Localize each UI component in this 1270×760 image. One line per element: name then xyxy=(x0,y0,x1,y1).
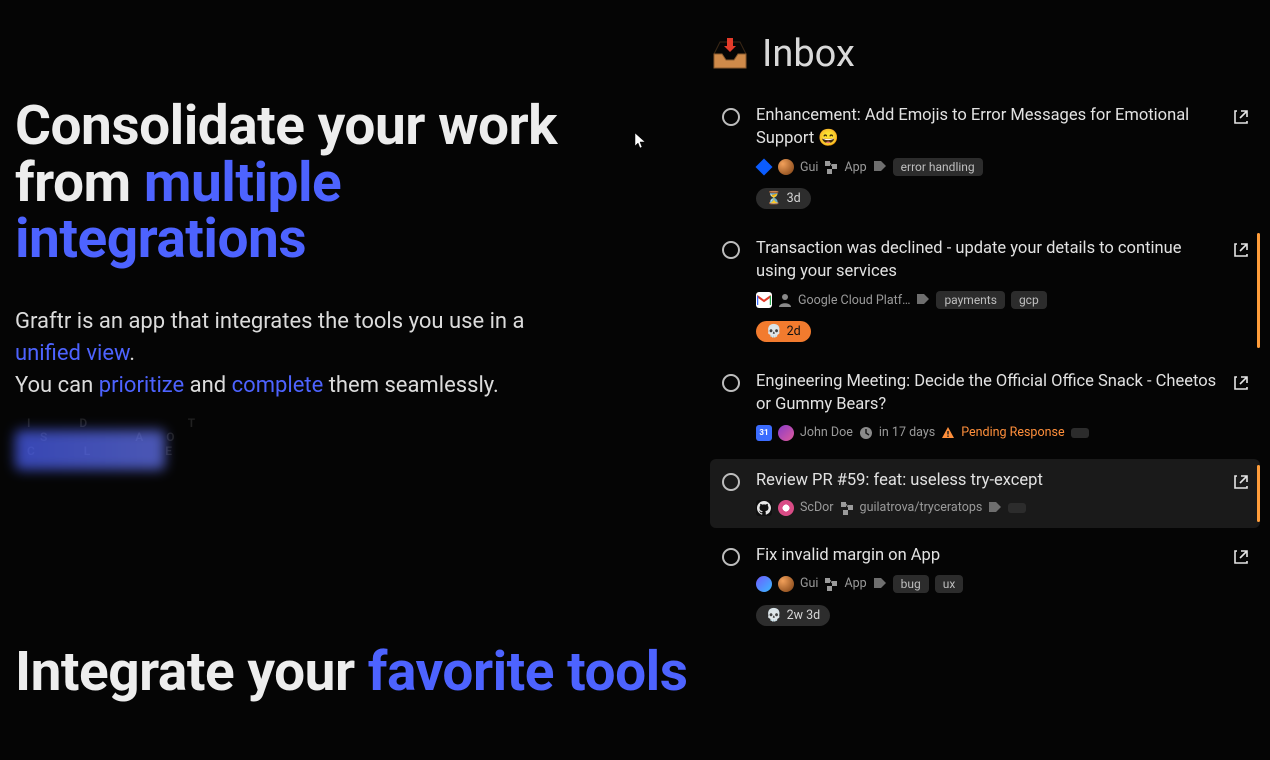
sub-l2a: You can xyxy=(15,373,99,398)
gmail-icon xyxy=(756,292,772,308)
tag-empty xyxy=(1008,503,1026,513)
author-name: John Doe xyxy=(800,425,853,440)
age-pill: 💀 2d xyxy=(756,321,811,342)
tag-empty xyxy=(1071,428,1089,438)
inbox-items-list: Enhancement: Add Emojis to Error Message… xyxy=(710,94,1260,638)
jira-icon xyxy=(756,159,772,175)
status-circle[interactable] xyxy=(722,548,740,566)
project-icon xyxy=(824,160,838,174)
status-circle[interactable] xyxy=(722,374,740,392)
item-title: Transaction was declined - update your d… xyxy=(756,237,1220,283)
clock-icon xyxy=(859,426,873,440)
open-external-icon[interactable] xyxy=(1232,548,1250,566)
inbox-item[interactable]: Fix invalid margin on App Gui App bugux 💀 2w… xyxy=(710,534,1260,638)
headline2-prefix: Integrate your xyxy=(15,640,368,704)
item-meta: Gui App bugux 💀 2w 3d xyxy=(756,575,1220,626)
warning-icon xyxy=(941,426,955,440)
inbox-title: Inbox xyxy=(762,32,855,76)
tag: error handling xyxy=(893,158,983,176)
calendar-icon: 31 xyxy=(756,425,772,441)
headline2-accent: favorite tools xyxy=(368,640,688,704)
open-external-icon[interactable] xyxy=(1232,374,1250,392)
age-pill: 💀 2w 3d xyxy=(756,605,830,626)
age-pill: ⏳ 3d xyxy=(756,188,811,209)
sub-l1-accent: unified view xyxy=(15,341,129,366)
inbox-header: Inbox xyxy=(710,32,1260,76)
project-name: App xyxy=(844,160,866,175)
secondary-headline: Integrate your favorite tools xyxy=(15,640,687,704)
sub-l1b: . xyxy=(129,341,135,366)
avatar xyxy=(778,425,794,441)
item-title: Enhancement: Add Emojis to Error Message… xyxy=(756,104,1220,150)
status-circle[interactable] xyxy=(722,241,740,259)
sub-l2-accent1: prioritize xyxy=(99,373,184,398)
linear-icon xyxy=(756,576,772,592)
inbox-panel: Inbox Enhancement: Add Emojis to Error M… xyxy=(710,32,1260,644)
headline-line1: Consolidate your work xyxy=(15,94,557,158)
project-icon xyxy=(840,501,854,515)
cta-button[interactable] xyxy=(15,430,165,470)
item-title: Fix invalid margin on App xyxy=(756,544,1220,567)
avatar xyxy=(778,576,794,592)
item-title: Engineering Meeting: Decide the Official… xyxy=(756,370,1220,416)
inbox-item[interactable]: Enhancement: Add Emojis to Error Message… xyxy=(710,94,1260,221)
inbox-tray-icon xyxy=(710,36,750,72)
status-circle[interactable] xyxy=(722,473,740,491)
hero-subtext: Graftr is an app that integrates the too… xyxy=(15,306,615,402)
age-text: 2w 3d xyxy=(787,608,821,623)
age-emoji: ⏳ xyxy=(766,191,782,206)
tag-icon xyxy=(873,160,887,174)
inbox-item[interactable]: Engineering Meeting: Decide the Official… xyxy=(710,360,1260,452)
inbox-item[interactable]: Review PR #59: feat: useless try-except … xyxy=(710,459,1260,528)
author-name: Gui xyxy=(800,576,818,591)
status-circle[interactable] xyxy=(722,108,740,126)
item-meta: Google Cloud Platf… payments gcp 💀 2d xyxy=(756,291,1220,342)
open-external-icon[interactable] xyxy=(1232,473,1250,491)
item-meta: 31 John Doe in 17 days Pending Response xyxy=(756,425,1220,441)
tag: ux xyxy=(935,575,964,593)
project-name: guilatrova/tryceratops xyxy=(860,500,983,515)
project-name: App xyxy=(844,576,866,591)
sub-l2b: and xyxy=(184,373,231,398)
headline-line2-prefix: from xyxy=(15,151,144,215)
age-text: 2d xyxy=(787,324,801,339)
status-text: Pending Response xyxy=(961,425,1064,440)
inbox-item[interactable]: Transaction was declined - update your d… xyxy=(710,227,1260,354)
author-name: ScDor xyxy=(800,500,834,515)
mouse-cursor-icon xyxy=(634,132,648,150)
item-meta: Gui App error handling ⏳ 3d xyxy=(756,158,1220,209)
tag: bug xyxy=(893,575,929,593)
item-title: Review PR #59: feat: useless try-except xyxy=(756,469,1220,492)
open-external-icon[interactable] xyxy=(1232,241,1250,259)
open-external-icon[interactable] xyxy=(1232,108,1250,126)
avatar xyxy=(778,159,794,175)
hero-headline: Consolidate your work from multiple inte… xyxy=(15,98,615,268)
sub-l2-accent2: complete xyxy=(232,373,324,398)
age-emoji: 💀 xyxy=(766,608,782,623)
sub-l1a: Graftr is an app that integrates the too… xyxy=(15,309,525,334)
hero-section: Consolidate your work from multiple inte… xyxy=(15,98,615,476)
tag-icon xyxy=(873,577,887,591)
item-meta: ScDor guilatrova/tryceratops xyxy=(756,500,1220,516)
tag-icon xyxy=(916,293,930,307)
tag: gcp xyxy=(1011,291,1047,309)
author-name: Gui xyxy=(800,160,818,175)
age-emoji: 💀 xyxy=(766,324,782,339)
tag: payments xyxy=(936,291,1005,309)
tag-icon xyxy=(988,501,1002,515)
cta-area: I D T S A OC L E xyxy=(15,416,615,476)
avatar xyxy=(778,500,794,516)
author-name: Google Cloud Platf… xyxy=(798,293,910,308)
github-icon xyxy=(756,500,772,516)
sub-l2c: them seamlessly. xyxy=(323,373,499,398)
due-text: in 17 days xyxy=(879,425,935,440)
age-text: 3d xyxy=(787,191,801,206)
project-icon xyxy=(824,577,838,591)
person-icon xyxy=(778,293,792,307)
